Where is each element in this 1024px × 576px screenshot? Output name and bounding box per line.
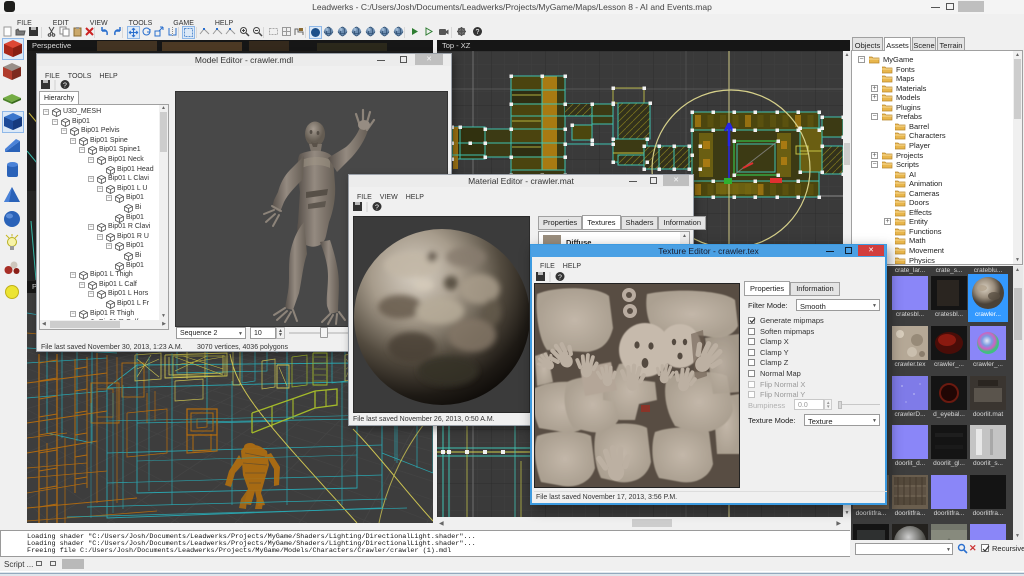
svg-text:?: ?	[375, 205, 379, 212]
svg-text:?: ?	[63, 83, 67, 90]
svg-text:?: ?	[558, 275, 562, 282]
svg-text:?: ?	[476, 29, 480, 36]
